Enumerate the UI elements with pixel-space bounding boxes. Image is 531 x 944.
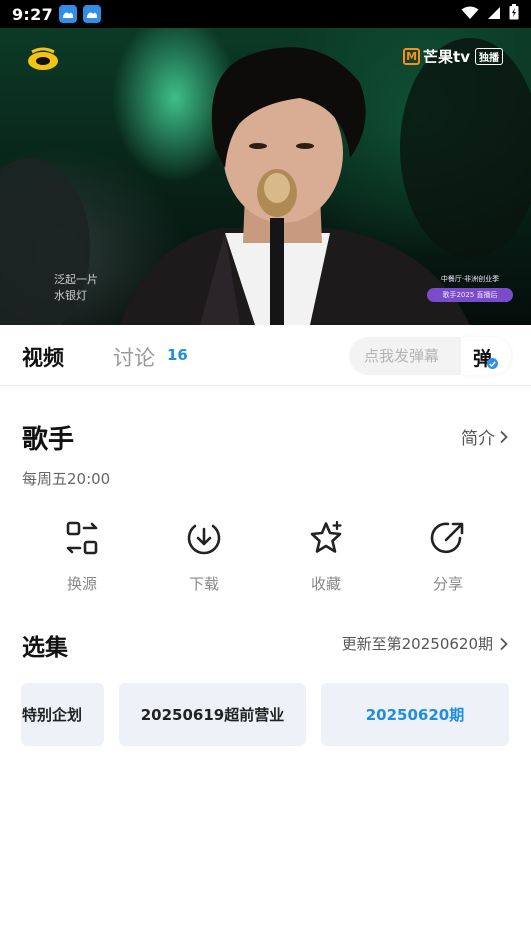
- mango-tv-text: 芒果tv: [423, 48, 470, 66]
- check-icon: [487, 358, 498, 369]
- switch-source-label: 换源: [66, 575, 97, 593]
- status-time: 9:27: [12, 4, 53, 24]
- tab-discuss[interactable]: 讨论: [113, 342, 155, 372]
- intro-label: 简介: [461, 429, 495, 449]
- episodes-title: 选集: [22, 635, 68, 661]
- share-button[interactable]: 分享: [408, 520, 488, 594]
- download-label: 下载: [188, 575, 219, 593]
- status-bar: 9:27: [0, 0, 531, 28]
- app-notification-icon: [83, 5, 101, 23]
- action-row: 换源 下载 收藏 分享: [22, 520, 509, 596]
- share-label: 分享: [432, 575, 463, 593]
- share-icon: [430, 522, 464, 554]
- switch-source-icon: [66, 521, 98, 555]
- episode-list[interactable]: 特别企划 20250619超前营业 20250620期: [0, 683, 531, 747]
- tab-video[interactable]: 视频: [22, 342, 64, 372]
- episodes-more-link[interactable]: 更新至第20250620期: [342, 633, 509, 654]
- subtitle-line: 泛起一片: [54, 273, 98, 286]
- discuss-count-badge[interactable]: 16: [167, 346, 188, 364]
- battery-icon: [509, 4, 519, 24]
- favorite-button[interactable]: 收藏: [286, 520, 366, 594]
- wifi-icon: [461, 5, 479, 24]
- program-badge-bottom: 歌手2025 直播后: [427, 288, 513, 302]
- switch-source-button[interactable]: 换源: [42, 520, 122, 594]
- download-icon: [187, 524, 221, 555]
- program-badge-top: 中餐厅·非洲创业季: [440, 275, 500, 283]
- mango-tv-icon: M: [403, 48, 421, 65]
- signal-icon: [487, 5, 501, 24]
- show-title: 歌手: [22, 425, 75, 455]
- program-badge: 中餐厅·非洲创业季 歌手2025 直播后: [427, 272, 513, 302]
- favorite-label: 收藏: [310, 575, 341, 593]
- subtitle-line: 水银灯: [54, 289, 87, 302]
- broadcast-schedule: 每周五20:00: [22, 470, 111, 488]
- star-icon: [310, 520, 342, 553]
- app-notification-icon: [59, 5, 77, 23]
- download-button[interactable]: 下载: [164, 520, 244, 594]
- danmu-input[interactable]: 点我发弹幕: [349, 337, 461, 375]
- episodes-update-label: 更新至第20250620期: [341, 635, 493, 653]
- hunan-tv-logo: [28, 47, 58, 70]
- exclusive-badge: 独播: [475, 48, 503, 65]
- intro-link[interactable]: 简介: [461, 424, 509, 449]
- danmu-toggle-button[interactable]: 弹: [461, 337, 511, 375]
- video-player[interactable]: M 芒果tv 独播 泛起一片 水银灯 中餐厅·非洲创业季 歌手2025 直播后: [0, 28, 531, 325]
- video-subtitle: 泛起一片 水银灯: [54, 272, 98, 304]
- chevron-right-icon: [500, 637, 508, 650]
- chevron-right-icon: [500, 430, 508, 443]
- episode-item-active[interactable]: 20250620期: [321, 683, 509, 746]
- mango-tv-logo: M 芒果tv 独播: [403, 46, 503, 67]
- episode-item[interactable]: 特别企划: [21, 683, 104, 746]
- episode-item[interactable]: 20250619超前营业: [119, 683, 306, 746]
- tab-bar: 视频 讨论 16 点我发弹幕 弹: [0, 325, 531, 386]
